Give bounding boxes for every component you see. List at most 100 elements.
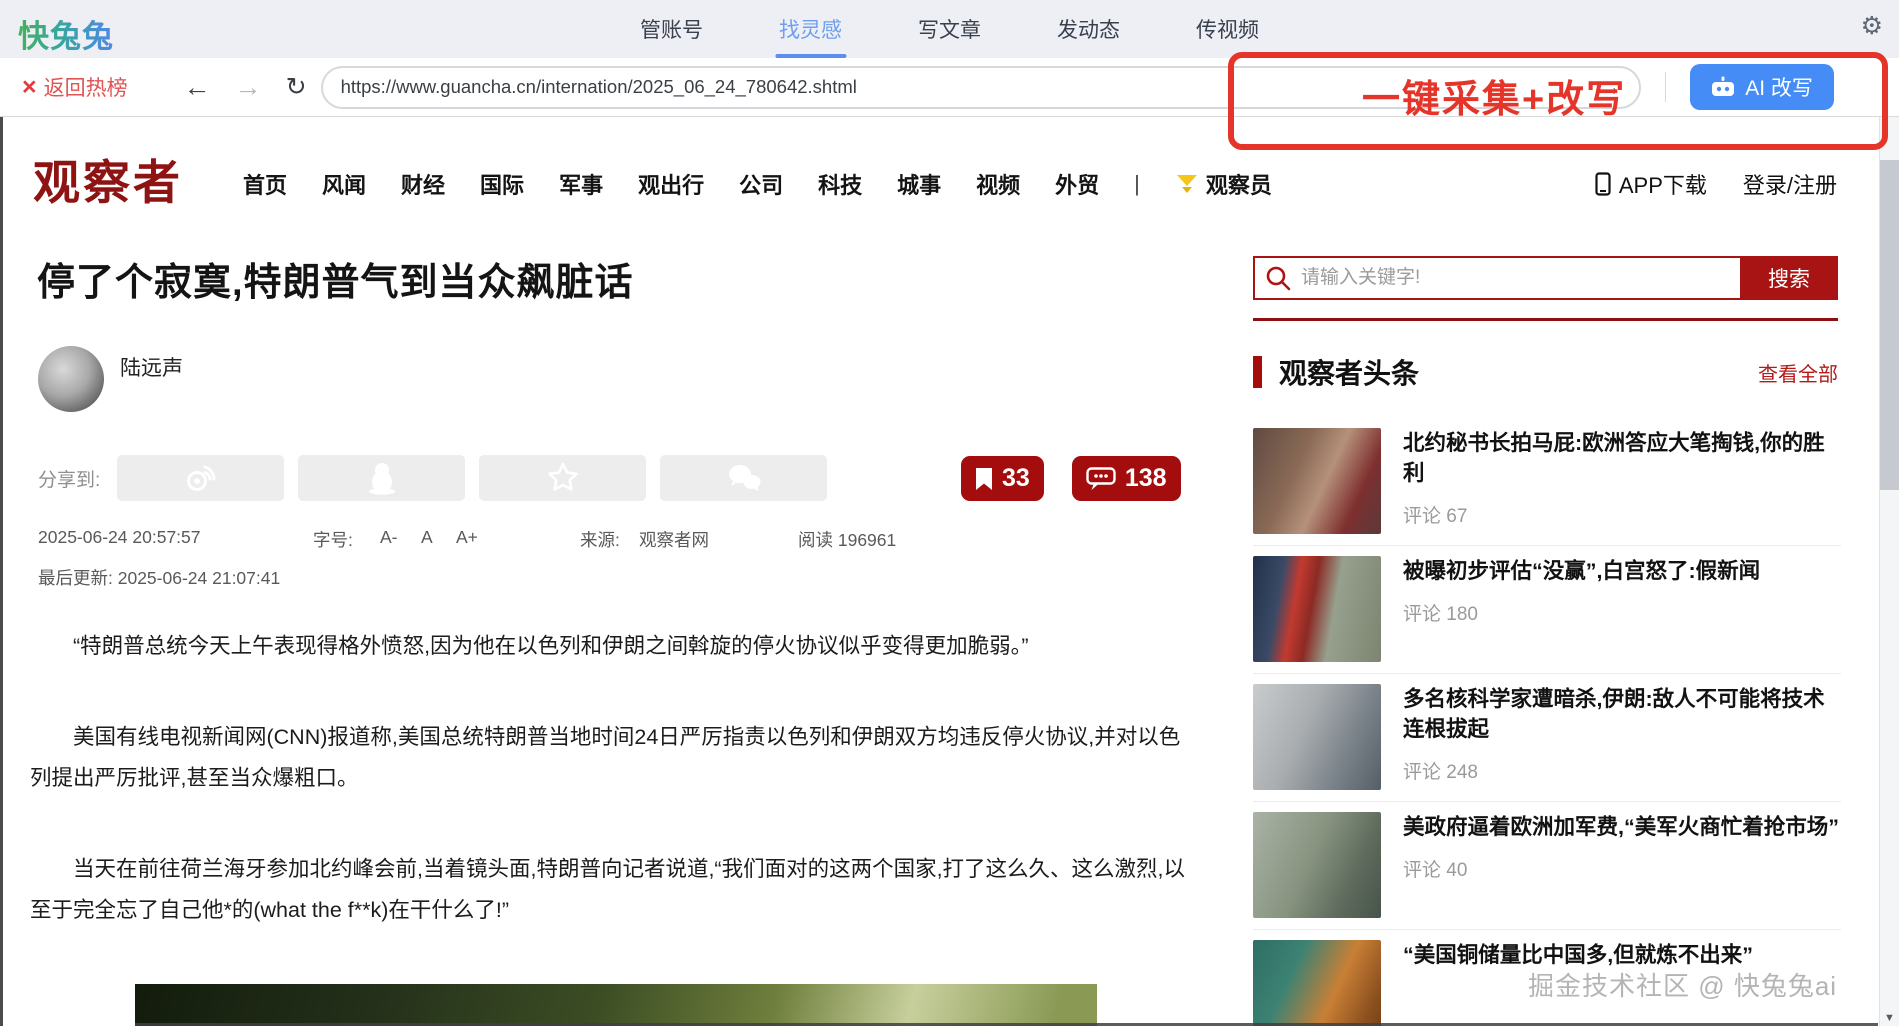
news-item-comments: 评论 67 <box>1403 501 1841 528</box>
last-updated: 最后更新: 2025-06-24 21:07:41 <box>38 565 280 590</box>
site-nav-item[interactable]: 外贸 <box>1055 168 1099 200</box>
app-tab[interactable]: 管账号 <box>640 0 703 58</box>
gear-icon[interactable]: ⚙ <box>1861 14 1883 39</box>
font-larger-button[interactable]: A+ <box>456 527 478 548</box>
scrollbar-down-arrow[interactable]: ▼ <box>1880 1012 1899 1024</box>
site-nav-item[interactable]: 观出行 <box>638 168 704 200</box>
article-inline-image <box>135 984 1097 1026</box>
search-button[interactable]: 搜索 <box>1740 256 1838 300</box>
news-thumbnail <box>1253 812 1381 918</box>
bookmark-count: 33 <box>1002 464 1030 493</box>
source-label: 来源: <box>580 527 620 552</box>
news-item[interactable]: 北约秘书长拍马屁:欧洲答应大笔掏钱,你的胜利 评论 67 <box>1253 418 1841 546</box>
site-nav-item[interactable]: 首页 <box>243 168 287 200</box>
view-all-link[interactable]: 查看全部 <box>1758 358 1838 387</box>
news-item-body: 多名核科学家遭暗杀,伊朗:敌人不可能将技术连根拔起 评论 248 <box>1403 684 1841 790</box>
site-nav-item[interactable]: 国际 <box>480 168 524 200</box>
comment-icon <box>1086 467 1116 491</box>
font-normal-button[interactable]: A <box>421 527 433 548</box>
news-item[interactable]: 被曝初步评估“没赢”,白宫怒了:假新闻 评论 180 <box>1253 546 1841 674</box>
search-input[interactable] <box>1301 258 1740 298</box>
app-tab-label: 写文章 <box>918 14 981 44</box>
back-to-hotlist-label: 返回热榜 <box>44 72 128 102</box>
source-name[interactable]: 观察者网 <box>639 527 709 552</box>
site-nav-item[interactable]: 视频 <box>976 168 1020 200</box>
article-title: 停了个寂寞,特朗普气到当众飙脏话 <box>37 251 634 306</box>
news-item-comments: 评论 180 <box>1403 599 1760 626</box>
news-item-body: 美政府逼着欧洲加军费,“美军火商忙着抢市场” 评论 40 <box>1403 812 1839 918</box>
app-tab[interactable]: 找灵感 <box>779 0 842 58</box>
sidebar-divider <box>1253 318 1838 321</box>
app-tab-label: 管账号 <box>640 14 703 44</box>
sidebar-search-box: 搜索 <box>1253 256 1838 300</box>
article-paragraph: 美国有线电视新闻网(CNN)报道称,美国总统特朗普当地时间24日严厉指责以色列和… <box>30 717 1198 799</box>
font-size-label: 字号: <box>313 527 353 552</box>
site-logo[interactable]: 观察者 <box>33 144 183 213</box>
bookmark-icon <box>975 467 993 491</box>
share-weibo-button[interactable] <box>117 455 284 501</box>
member-label: 观察员 <box>1206 168 1272 200</box>
news-item-comments: 评论 40 <box>1403 855 1839 882</box>
article-meta-row: 2025-06-24 20:57:57 字号: A- A A+ 来源: 观察者网… <box>38 527 1188 551</box>
app-download-link[interactable]: APP下载 <box>1595 168 1707 200</box>
headlines-list: 北约秘书长拍马屁:欧洲答应大笔掏钱,你的胜利 评论 67 被曝初步评估“没赢”,… <box>1253 418 1841 1026</box>
comment-count: 138 <box>1125 464 1167 493</box>
search-icon <box>1255 265 1301 291</box>
nav-divider: | <box>1134 171 1140 197</box>
read-count: 阅读 196961 <box>798 527 896 552</box>
back-arrow-icon[interactable]: ← <box>184 72 211 103</box>
member-badge-icon <box>1175 174 1199 194</box>
author-row: 陆远声 <box>38 346 183 412</box>
news-item-title: 美政府逼着欧洲加军费,“美军火商忙着抢市场” <box>1403 812 1839 842</box>
member-link[interactable]: 观察员 <box>1175 168 1272 200</box>
share-qzone-button[interactable] <box>479 455 646 501</box>
headlines-title: 观察者头条 <box>1279 352 1419 392</box>
share-row: 分享到: <box>38 455 841 501</box>
window-left-edge <box>0 117 3 1026</box>
site-nav-item[interactable]: 科技 <box>818 168 862 200</box>
news-item-title: 被曝初步评估“没赢”,白宫怒了:假新闻 <box>1403 556 1760 586</box>
scrollbar-thumb[interactable] <box>1880 160 1899 490</box>
news-thumbnail <box>1253 684 1381 790</box>
share-label: 分享到: <box>38 465 100 492</box>
bookmark-badge[interactable]: 33 <box>961 456 1044 501</box>
news-item-title: 北约秘书长拍马屁:欧洲答应大笔掏钱,你的胜利 <box>1403 428 1841 488</box>
author-avatar[interactable] <box>38 346 104 412</box>
app-logo: 快兔兔 <box>18 11 114 56</box>
refresh-icon[interactable]: ↻ <box>286 72 307 102</box>
app-tab[interactable]: 写文章 <box>918 0 981 58</box>
publish-date: 2025-06-24 20:57:57 <box>38 527 201 548</box>
back-to-hotlist-button[interactable]: × 返回热榜 <box>22 72 128 102</box>
font-smaller-button[interactable]: A- <box>380 527 398 548</box>
news-item-title: 多名核科学家遭暗杀,伊朗:敌人不可能将技术连根拔起 <box>1403 684 1841 744</box>
ai-rewrite-label: AI 改写 <box>1745 72 1813 102</box>
app-tab[interactable]: 发动态 <box>1057 0 1120 58</box>
app-topbar: 快兔兔 管账号 找灵感 写文章 发动态 传视频 <box>0 0 1899 58</box>
forward-arrow-icon[interactable]: → <box>235 72 262 103</box>
news-thumbnail <box>1253 428 1381 534</box>
app-tab[interactable]: 传视频 <box>1196 0 1259 58</box>
site-nav-item[interactable]: 财经 <box>401 168 445 200</box>
weibo-icon <box>184 463 218 493</box>
share-wechat-button[interactable] <box>660 455 827 501</box>
news-item[interactable]: 美政府逼着欧洲加军费,“美军火商忙着抢市场” 评论 40 <box>1253 802 1841 930</box>
login-register-link[interactable]: 登录/注册 <box>1743 168 1837 200</box>
page-scrollbar[interactable]: ▼ <box>1879 117 1899 1026</box>
site-nav-item[interactable]: 城事 <box>897 168 941 200</box>
author-name[interactable]: 陆远声 <box>120 346 183 382</box>
site-nav-item[interactable]: 军事 <box>559 168 603 200</box>
headlines-header: 观察者头条 查看全部 <box>1253 352 1838 392</box>
share-qq-button[interactable] <box>298 455 465 501</box>
comment-badge[interactable]: 138 <box>1072 456 1181 501</box>
site-nav-item[interactable]: 风闻 <box>322 168 366 200</box>
robot-icon <box>1710 76 1736 98</box>
news-thumbnail <box>1253 940 1381 1026</box>
article-paragraph: “特朗普总统今天上午表现得格外愤怒,因为他在以色列和伊朗之间斡旋的停火协议似乎变… <box>30 626 1198 667</box>
news-item[interactable]: 多名核科学家遭暗杀,伊朗:敌人不可能将技术连根拔起 评论 248 <box>1253 674 1841 802</box>
article-paragraph: 当天在前往荷兰海牙参加北约峰会前,当着镜头面,特朗普向记者说道,“我们面对的这两… <box>30 849 1198 931</box>
article-body: “特朗普总统今天上午表现得格外愤怒,因为他在以色列和伊朗之间斡旋的停火协议似乎变… <box>30 626 1198 981</box>
site-nav-item[interactable]: 公司 <box>739 168 783 200</box>
ai-rewrite-button[interactable]: AI 改写 <box>1690 64 1834 110</box>
app-tab-label: 找灵感 <box>779 14 842 44</box>
close-icon: × <box>22 75 37 100</box>
